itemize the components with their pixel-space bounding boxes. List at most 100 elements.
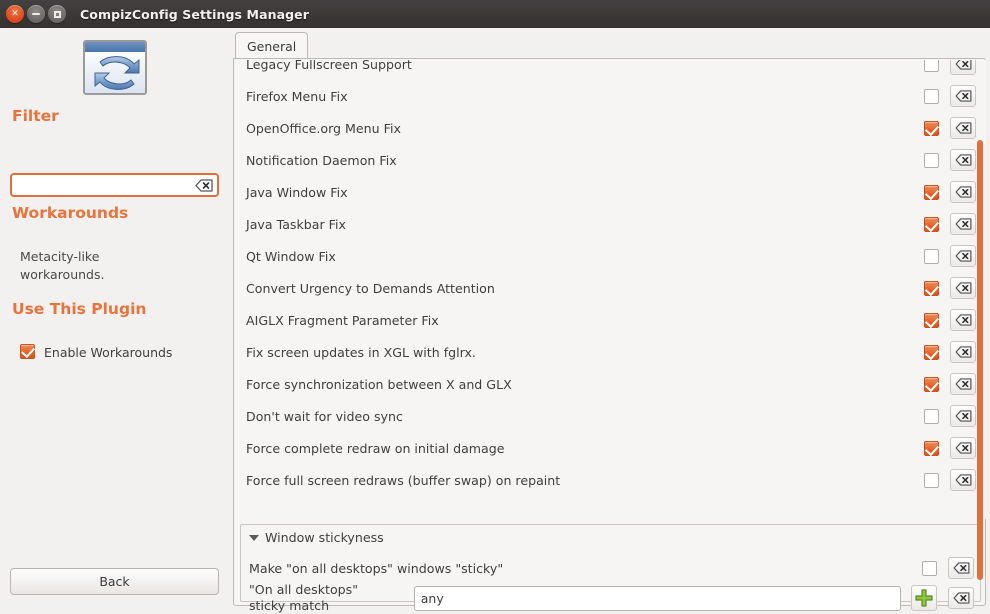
tab-page-general: Legacy Fullscreen Support Firefox Menu Fi… xyxy=(233,58,986,613)
use-plugin-heading: Use This Plugin xyxy=(12,300,147,318)
minimize-button[interactable] xyxy=(27,5,45,23)
option-label: Force synchronization between X and GLX xyxy=(246,376,512,392)
option-checkbox[interactable] xyxy=(924,88,939,104)
window-title: CompizConfig Settings Manager xyxy=(80,6,310,22)
sticky-match-input[interactable] xyxy=(413,585,901,611)
option-reset-button[interactable] xyxy=(950,60,976,75)
option-reset-button[interactable] xyxy=(950,405,976,427)
reset-icon xyxy=(955,314,971,326)
option-checkbox[interactable] xyxy=(924,440,939,456)
enable-workarounds-checkbox[interactable] xyxy=(20,344,35,359)
option-reset-button[interactable] xyxy=(950,85,976,107)
option-checkbox[interactable] xyxy=(924,216,939,232)
reset-icon xyxy=(955,282,971,294)
settings-notebook: General Legacy Fullscreen Support Firefox… xyxy=(233,28,990,613)
option-label: Force complete redraw on initial damage xyxy=(246,440,505,456)
enable-workarounds-label: Enable Workarounds xyxy=(44,345,173,360)
close-button[interactable] xyxy=(6,5,24,23)
option-row: Legacy Fullscreen Support xyxy=(235,60,986,80)
group-header[interactable]: Window stickyness xyxy=(249,530,384,545)
tab-strip: General xyxy=(233,32,990,59)
option-label: Don't wait for video sync xyxy=(246,408,403,424)
back-button[interactable]: Back xyxy=(10,568,219,595)
option-row: Convert Urgency to Demands Attention xyxy=(235,272,986,304)
minimize-icon xyxy=(32,13,40,15)
reset-icon xyxy=(955,442,971,454)
option-label: Firefox Menu Fix xyxy=(246,88,348,104)
option-checkbox[interactable] xyxy=(924,344,939,360)
reset-icon xyxy=(955,154,971,166)
option-reset-button[interactable] xyxy=(950,117,976,139)
filter-field[interactable] xyxy=(10,173,219,197)
option-checkbox[interactable] xyxy=(924,152,939,168)
option-label: Qt Window Fix xyxy=(246,248,336,264)
plus-icon xyxy=(915,589,933,607)
reset-icon xyxy=(953,562,969,574)
option-checkbox[interactable] xyxy=(924,280,939,296)
options-list: Legacy Fullscreen Support Firefox Menu Fi… xyxy=(235,60,986,496)
sticky-windows-label: Make "on all desktops" windows "sticky" xyxy=(249,560,504,576)
maximize-button[interactable] xyxy=(48,5,66,23)
reset-icon xyxy=(955,474,971,486)
plugin-name-heading: Workarounds xyxy=(12,204,129,222)
reset-icon xyxy=(955,250,971,262)
option-label: Notification Daemon Fix xyxy=(246,152,397,168)
clear-icon[interactable] xyxy=(195,178,213,192)
close-icon xyxy=(11,10,19,19)
option-row: OpenOffice.org Menu Fix xyxy=(235,112,986,144)
option-reset-button[interactable] xyxy=(950,341,976,363)
reset-icon xyxy=(955,378,971,390)
sticky-windows-checkbox[interactable] xyxy=(922,560,937,576)
option-reset-button[interactable] xyxy=(950,181,976,203)
option-checkbox[interactable] xyxy=(924,120,939,136)
window-body: Filter Workarounds Metacity-like workaro… xyxy=(0,28,990,613)
option-row: Force complete redraw on initial damage xyxy=(235,432,986,464)
option-row: Fix screen updates in XGL with fglrx. xyxy=(235,336,986,368)
option-checkbox[interactable] xyxy=(924,472,939,488)
option-checkbox[interactable] xyxy=(924,312,939,328)
option-row: Qt Window Fix xyxy=(235,240,986,272)
option-row: Java Taskbar Fix xyxy=(235,208,986,240)
option-reset-button[interactable] xyxy=(950,149,976,171)
sticky-match-reset-button[interactable] xyxy=(948,587,974,609)
sticky-match-row: "On all desktops" sticky match xyxy=(249,582,974,614)
reset-icon xyxy=(955,60,971,70)
sticky-windows-row: Make "on all desktops" windows "sticky" xyxy=(249,555,974,581)
sidebar: Filter Workarounds Metacity-like workaro… xyxy=(0,28,229,608)
window-controls xyxy=(6,5,66,23)
add-match-button[interactable] xyxy=(911,585,937,611)
option-reset-button[interactable] xyxy=(950,437,976,459)
enable-workarounds-row[interactable]: Enable Workarounds xyxy=(20,344,200,362)
option-checkbox[interactable] xyxy=(924,248,939,264)
option-reset-button[interactable] xyxy=(950,469,976,491)
reset-icon xyxy=(955,90,971,102)
back-button-label: Back xyxy=(99,574,130,589)
option-reset-button[interactable] xyxy=(950,213,976,235)
option-label: Java Window Fix xyxy=(246,184,348,200)
option-label: Force full screen redraws (buffer swap) … xyxy=(246,472,561,488)
option-checkbox[interactable] xyxy=(924,60,939,72)
option-reset-button[interactable] xyxy=(950,277,976,299)
workarounds-plugin-icon xyxy=(83,40,147,95)
sticky-match-label-line2: sticky match xyxy=(249,598,330,613)
window-stickyness-group: Window stickyness Make "on all desktops"… xyxy=(240,524,981,613)
option-label: Java Taskbar Fix xyxy=(246,216,346,232)
option-reset-button[interactable] xyxy=(950,309,976,331)
vertical-scrollbar[interactable] xyxy=(977,112,983,585)
reset-icon xyxy=(955,346,971,358)
scrollbar-thumb[interactable] xyxy=(977,140,983,580)
maximize-icon xyxy=(53,10,61,18)
option-checkbox[interactable] xyxy=(924,184,939,200)
option-checkbox[interactable] xyxy=(924,376,939,392)
filter-heading: Filter xyxy=(12,107,59,125)
option-row: Force full screen redraws (buffer swap) … xyxy=(235,464,986,496)
option-reset-button[interactable] xyxy=(950,373,976,395)
sticky-windows-reset-button[interactable] xyxy=(948,557,974,579)
option-reset-button[interactable] xyxy=(950,245,976,267)
option-row: Force synchronization between X and GLX xyxy=(235,368,986,400)
tab-general[interactable]: General xyxy=(235,32,309,59)
search-input[interactable] xyxy=(17,175,193,195)
reset-icon xyxy=(955,410,971,422)
option-row: Don't wait for video sync xyxy=(235,400,986,432)
option-checkbox[interactable] xyxy=(924,408,939,424)
